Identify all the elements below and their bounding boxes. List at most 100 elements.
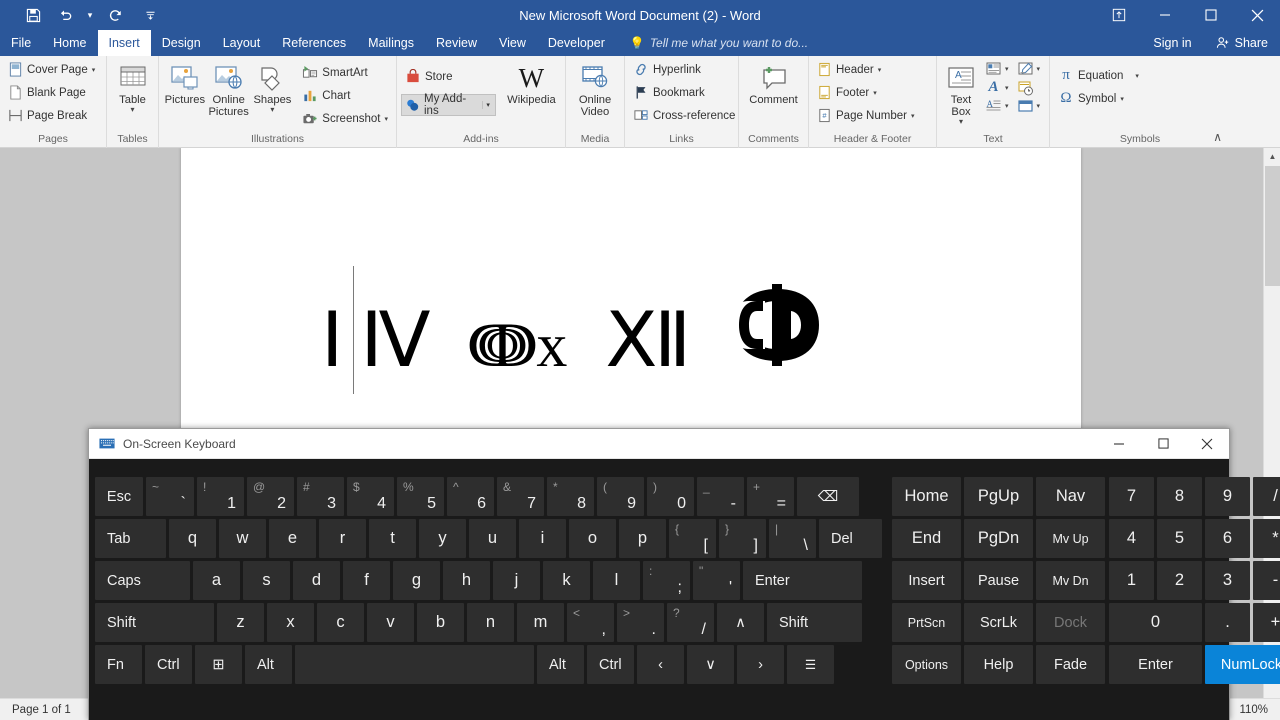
bookmark-button[interactable]: Bookmark [629, 81, 709, 104]
screenshot-button[interactable]: Screenshot ▾ [298, 107, 392, 130]
osk-key-del[interactable]: Del [819, 519, 882, 558]
osk-key-comma[interactable]: <, [567, 603, 614, 642]
osk-key-p[interactable]: p [619, 519, 666, 558]
osk-key-4[interactable]: $4 [347, 477, 394, 516]
tab-mailings[interactable]: Mailings [357, 30, 425, 56]
status-page[interactable]: Page 1 of 1 [0, 704, 83, 716]
osk-key-o[interactable]: o [569, 519, 616, 558]
osk-maximize-button[interactable] [1141, 429, 1185, 459]
osk-minimize-button[interactable] [1097, 429, 1141, 459]
header-button[interactable]: Header ▾ [813, 58, 885, 81]
quick-parts-icon[interactable] [985, 61, 1002, 77]
osk-key-shift[interactable]: Shift [95, 603, 214, 642]
osk-key-scrlk[interactable]: ScrLk [964, 603, 1033, 642]
chevron-down-icon[interactable]: ▾ [959, 118, 963, 126]
tab-references[interactable]: References [271, 30, 357, 56]
osk-key-n[interactable]: n [467, 603, 514, 642]
footer-button[interactable]: Footer ▾ [813, 81, 881, 104]
tab-view[interactable]: View [488, 30, 537, 56]
osk-key-0[interactable]: )0 [647, 477, 694, 516]
customize-qat-icon[interactable] [142, 2, 158, 28]
store-button[interactable]: Store [401, 65, 496, 88]
chart-button[interactable]: Chart [298, 84, 392, 107]
chevron-down-icon[interactable]: ▾ [1037, 102, 1041, 110]
undo-icon[interactable] [50, 2, 80, 28]
osk-key-help[interactable]: Help [964, 645, 1033, 684]
osk-key-prtscn[interactable]: PrtScn [892, 603, 961, 642]
osk-key-3[interactable]: 3 [1205, 561, 1250, 600]
chevron-down-icon[interactable]: ▾ [482, 101, 493, 109]
osk-key-m[interactable]: m [517, 603, 564, 642]
osk-key-period[interactable]: >. [617, 603, 664, 642]
osk-key-arrow-down[interactable]: ∨ [687, 645, 734, 684]
osk-key-1[interactable]: 1 [1109, 561, 1154, 600]
ribbon-display-options-icon[interactable] [1096, 0, 1142, 30]
maximize-button[interactable] [1188, 0, 1234, 30]
osk-key-v[interactable]: v [367, 603, 414, 642]
chevron-down-icon[interactable]: ▾ [1037, 65, 1041, 73]
hyperlink-button[interactable]: Hyperlink [629, 58, 705, 81]
chevron-down-icon[interactable]: ▾ [1005, 84, 1009, 92]
osk-key-8[interactable]: 8 [1157, 477, 1202, 516]
osk-key-asterisk[interactable]: * [1253, 519, 1280, 558]
blank-page-button[interactable]: Blank Page [4, 81, 90, 104]
osk-key-backspace[interactable]: ⌫ [797, 477, 859, 516]
osk-key-6[interactable]: ^6 [447, 477, 494, 516]
drop-cap-icon[interactable]: A [985, 98, 1002, 114]
osk-key-arrow-left[interactable]: ‹ [637, 645, 684, 684]
osk-key-period[interactable]: . [1205, 603, 1250, 642]
tab-insert[interactable]: Insert [98, 30, 151, 56]
signature-line-icon[interactable] [1017, 61, 1034, 77]
osk-key-f[interactable]: f [343, 561, 390, 600]
osk-key-k[interactable]: k [543, 561, 590, 600]
osk-key-9[interactable]: 9 [1205, 477, 1250, 516]
page-number-button[interactable]: # Page Number ▾ [813, 104, 918, 127]
online-pictures-button[interactable]: Online Pictures [207, 59, 251, 118]
osk-key-slash[interactable]: / [1253, 477, 1280, 516]
object-icon[interactable] [1017, 98, 1034, 114]
tab-developer[interactable]: Developer [537, 30, 616, 56]
osk-key-fn[interactable]: Fn [95, 645, 142, 684]
chevron-down-icon[interactable]: ▾ [878, 66, 882, 74]
osk-key-c[interactable]: c [317, 603, 364, 642]
osk-key-apostrophe[interactable]: "' [693, 561, 740, 600]
osk-key-x[interactable]: x [267, 603, 314, 642]
osk-key-enter[interactable]: Enter [1109, 645, 1202, 684]
osk-key-5[interactable]: %5 [397, 477, 444, 516]
osk-key-i[interactable]: i [519, 519, 566, 558]
osk-key-q[interactable]: q [169, 519, 216, 558]
osk-key-pgdn[interactable]: PgDn [964, 519, 1033, 558]
redo-icon[interactable] [100, 2, 130, 28]
scrollbar-thumb[interactable] [1265, 166, 1280, 286]
osk-key-blank[interactable] [295, 645, 534, 684]
osk-key-ctrl[interactable]: Ctrl [145, 645, 192, 684]
undo-dropdown-icon[interactable]: ▾ [82, 2, 98, 28]
chevron-down-icon[interactable]: ▾ [1120, 95, 1124, 103]
table-button[interactable]: Table ▾ [111, 59, 154, 114]
save-icon[interactable] [18, 2, 48, 28]
osk-key-numlock[interactable]: NumLock [1205, 645, 1280, 684]
status-zoom[interactable]: 110% [1239, 704, 1268, 716]
tab-home[interactable]: Home [42, 30, 97, 56]
collapse-ribbon-button[interactable]: ∧ [1213, 130, 1222, 144]
share-button[interactable]: Share [1204, 30, 1280, 56]
pictures-button[interactable]: Pictures [163, 59, 207, 106]
chevron-down-icon[interactable]: ▾ [1135, 72, 1139, 80]
osk-key-w[interactable]: w [219, 519, 266, 558]
osk-key-4[interactable]: 4 [1109, 519, 1154, 558]
osk-key-h[interactable]: h [443, 561, 490, 600]
wordart-icon[interactable]: A [985, 79, 1002, 96]
osk-key-8[interactable]: *8 [547, 477, 594, 516]
osk-key-plus[interactable]: + [1253, 603, 1280, 642]
chevron-down-icon[interactable]: ▾ [873, 89, 877, 97]
osk-key-alt[interactable]: Alt [245, 645, 292, 684]
osk-key-end[interactable]: End [892, 519, 961, 558]
osk-key-l[interactable]: l [593, 561, 640, 600]
osk-key-0[interactable]: 0 [1109, 603, 1202, 642]
chevron-down-icon[interactable]: ▾ [92, 66, 96, 74]
osk-key-2[interactable]: @2 [247, 477, 294, 516]
osk-key-mv-up[interactable]: Mv Up [1036, 519, 1105, 558]
tab-file[interactable]: File [0, 30, 42, 56]
osk-key-bracket-right[interactable]: }] [719, 519, 766, 558]
osk-key-options[interactable]: Options [892, 645, 961, 684]
